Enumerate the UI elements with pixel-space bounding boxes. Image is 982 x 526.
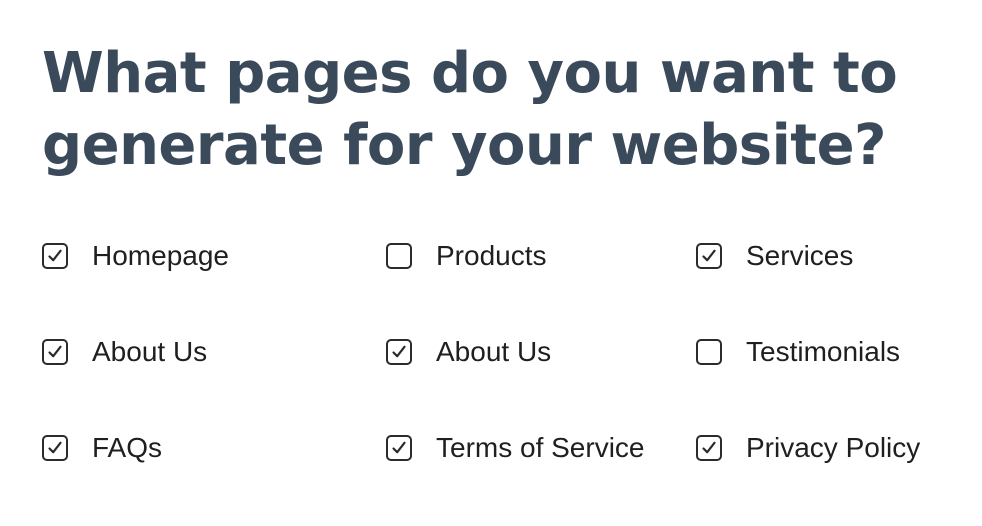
option-label: Homepage <box>92 240 229 271</box>
checkbox[interactable] <box>696 243 722 269</box>
option-label: Terms of Service <box>436 432 645 463</box>
checkbox[interactable] <box>42 243 68 269</box>
checkbox[interactable] <box>386 243 412 269</box>
checkmark-icon <box>48 345 62 358</box>
checkmark-icon <box>392 441 406 454</box>
option-faqs[interactable]: FAQs <box>42 424 386 474</box>
option-label: Products <box>436 240 547 271</box>
checkmark-icon <box>392 345 406 358</box>
checkmark-icon <box>48 249 62 262</box>
option-label: FAQs <box>92 432 163 463</box>
option-label: Privacy Policy <box>746 432 921 463</box>
checkbox[interactable] <box>386 339 412 365</box>
option-label: Services <box>746 240 854 271</box>
option-label: Testimonials <box>746 336 901 367</box>
checkbox[interactable] <box>42 435 68 461</box>
option-terms-of-service[interactable]: Terms of Service <box>386 424 696 474</box>
checkmark-icon <box>702 441 716 454</box>
option-about-us[interactable]: About Us <box>42 328 386 378</box>
option-privacy-policy[interactable]: Privacy Policy <box>696 424 962 474</box>
option-services[interactable]: Services <box>696 232 962 282</box>
option-homepage[interactable]: Homepage <box>42 232 386 282</box>
checkbox[interactable] <box>42 339 68 365</box>
checkmark-icon <box>702 249 716 262</box>
page-options-grid: Homepage Products Services About Us Abou <box>42 232 962 520</box>
checkbox[interactable] <box>696 435 722 461</box>
checkbox[interactable] <box>696 339 722 365</box>
checkbox[interactable] <box>386 435 412 461</box>
option-testimonials[interactable]: Testimonials <box>696 328 962 378</box>
option-products[interactable]: Products <box>386 232 696 282</box>
option-label: About Us <box>92 336 208 367</box>
option-about-us-2[interactable]: About Us <box>386 328 696 378</box>
checkmark-icon <box>48 441 62 454</box>
page: What pages do you want to generate for y… <box>0 0 982 526</box>
option-label: About Us <box>436 336 552 367</box>
page-title: What pages do you want to generate for y… <box>42 41 898 178</box>
